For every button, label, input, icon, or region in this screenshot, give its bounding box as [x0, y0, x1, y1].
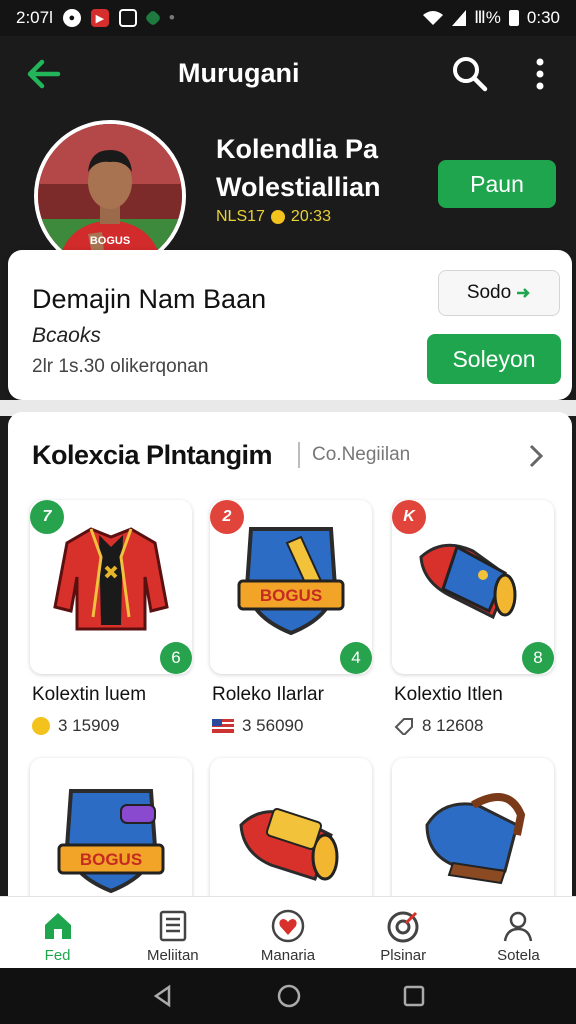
profile-header: BOGUS Kolendlia Pa Wolestiallian NLS17 2… — [0, 112, 576, 272]
summary-detail: 2lr 1s.30 olikerqonan — [32, 356, 209, 377]
system-back-icon[interactable] — [151, 984, 175, 1008]
calendar-icon — [118, 9, 137, 27]
bottom-navigation: Fed Meliitan Manaria Plsinar Sotela — [0, 896, 576, 968]
shield-emblem-icon: BOGUS — [237, 527, 345, 636]
item-price: 3 56090 — [212, 716, 303, 736]
collection-item[interactable]: 2 BOGUS 4 — [210, 500, 372, 674]
home-icon — [44, 913, 71, 939]
signal-text: Ⅲ% — [474, 8, 501, 27]
arrow-right-icon — [517, 288, 530, 298]
profile-stats-prefix: NLS17 — [216, 208, 265, 225]
item-price: 3 15909 — [32, 716, 119, 736]
item-price-value: 3 56090 — [242, 716, 304, 735]
wifi-icon — [423, 11, 444, 25]
svg-text:BOGUS: BOGUS — [260, 586, 322, 605]
status-time: 2:07l — [16, 8, 53, 27]
item-name: Roleko Ilarlar — [212, 684, 324, 705]
heading-separator — [298, 442, 300, 468]
sodo-button[interactable]: Sodo — [438, 270, 560, 316]
nav-item-heart[interactable]: Manaria — [230, 897, 345, 968]
soleyon-button[interactable]: Soleyon — [427, 334, 561, 384]
summary-heading: Demajin Nam Baan — [32, 284, 267, 314]
back-arrow-icon[interactable] — [24, 56, 64, 92]
youtube-icon: ▶ — [90, 9, 109, 27]
flag-icon — [212, 719, 234, 733]
search-icon[interactable] — [450, 54, 490, 94]
red-jacket-icon — [53, 527, 169, 631]
coin-icon — [32, 717, 50, 735]
gauntlet-icon — [425, 793, 526, 885]
count-badge: 6 — [160, 642, 192, 674]
paun-button[interactable]: Paun — [438, 160, 556, 208]
chevron-right-icon[interactable] — [524, 442, 548, 470]
collection-item[interactable]: K 8 — [392, 500, 554, 674]
target-icon — [387, 911, 419, 943]
more-options-icon[interactable] — [528, 54, 552, 94]
collection-subheading[interactable]: Co.Negiilan — [312, 444, 410, 466]
item-price-value: 8 12608 — [422, 716, 484, 735]
count-badge: 8 — [522, 642, 554, 674]
nav-label: Manaria — [260, 947, 316, 964]
system-navigation-bar — [0, 968, 576, 1024]
battery-icon — [508, 10, 519, 26]
profile-stats-value: 20:33 — [290, 208, 331, 225]
svg-text:BOGUS: BOGUS — [80, 850, 142, 869]
profile-icon — [504, 911, 533, 942]
nav-label: Plsinar — [380, 947, 427, 964]
shield-emblem-icon: BOGUS — [57, 789, 165, 894]
nav-item-target[interactable]: Plsinar — [346, 897, 461, 968]
item-name: Kolextin luem — [32, 684, 147, 705]
nav-label: Fed — [44, 947, 71, 964]
heart-icon — [271, 909, 305, 943]
count-badge: 4 — [340, 642, 372, 674]
nav-item-profile[interactable]: Sotela — [461, 897, 576, 968]
bracer-icon — [419, 543, 517, 620]
page-title: Murugani — [178, 58, 300, 88]
status-bar: 2:07l ● ▶ • Ⅲ% 0:30 — [0, 0, 576, 36]
list-icon — [159, 910, 187, 942]
signal-icon — [452, 10, 467, 26]
nav-item-list[interactable]: Meliitan — [115, 897, 230, 968]
nav-label: Meliitan — [146, 947, 199, 964]
status-time-right: 0:30 — [526, 8, 560, 27]
tag-icon — [394, 718, 413, 735]
collection-heading: Kolexcia Plntangim — [32, 440, 273, 470]
item-name: Kolextio Itlen — [394, 684, 503, 705]
bracer-icon — [239, 808, 339, 881]
notification-icon: ● — [62, 9, 81, 27]
app-notification-icon — [144, 9, 162, 27]
sodo-button-label: Sodo — [466, 282, 512, 303]
item-price-value: 3 15909 — [58, 716, 120, 735]
app-bar: Murugani — [0, 36, 576, 112]
system-home-icon[interactable] — [276, 983, 302, 1009]
profile-stats: NLS17 20:33 — [216, 208, 331, 226]
item-price: 8 12608 — [394, 716, 483, 736]
summary-card: Demajin Nam Baan Bcaoks 2lr 1s.30 oliker… — [8, 250, 572, 400]
summary-subheading: Bcaoks — [32, 324, 101, 347]
svg-text:BOGUS: BOGUS — [90, 235, 130, 247]
collection-card: Kolexcia Plntangim Co.Negiilan 7 6 Kolex… — [8, 412, 572, 972]
nav-label: Sotela — [497, 947, 540, 964]
player-portrait: BOGUS — [38, 124, 182, 268]
nav-item-feed[interactable]: Fed — [0, 897, 115, 968]
collection-item[interactable]: 7 6 — [30, 500, 192, 674]
system-recents-icon[interactable] — [403, 985, 425, 1007]
coin-icon — [270, 210, 285, 224]
profile-name: Kolendlia Pa Wolestiallian — [216, 134, 381, 202]
more-notifications-icon: • — [168, 8, 175, 27]
